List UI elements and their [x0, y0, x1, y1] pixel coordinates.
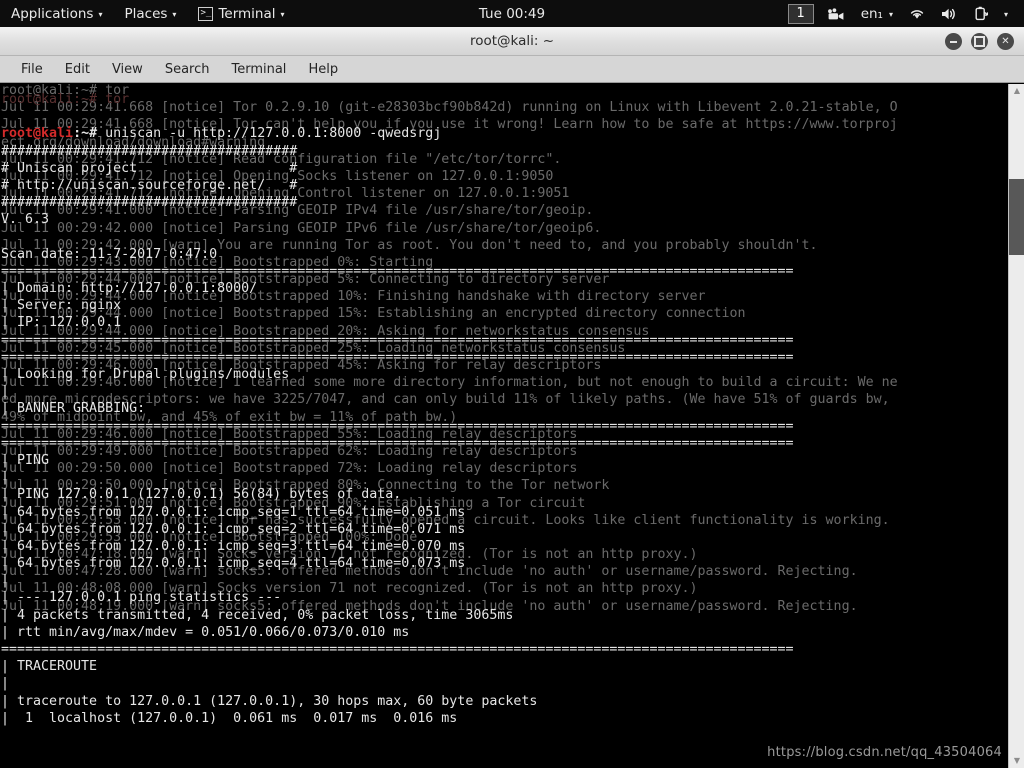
menu-view[interactable]: View	[101, 56, 154, 83]
system-tray: 1 en₁ ▾ ▾	[782, 0, 1024, 27]
terminal-output-line: ========================================…	[1, 642, 794, 657]
terminal-output-line: |	[1, 676, 10, 692]
applications-menu-label: Applications	[11, 5, 94, 22]
terminal-output-line: ========================================…	[1, 349, 794, 365]
terminal-output-line: | 64 bytes from 127.0.0.1: icmp_seq=3 tt…	[1, 538, 466, 554]
terminal-output-line: | Domain: http://127.0.0.1:8000/	[1, 281, 258, 297]
terminal-output-line: | Looking for Drupal plugins/modules	[1, 367, 290, 382]
prompt-path: :~#	[73, 126, 106, 142]
menu-file[interactable]: File	[10, 56, 54, 83]
terminal-command: uniscan -u http://127.0.0.1:8000 -qwedsr…	[105, 126, 442, 142]
volume-icon[interactable]	[933, 0, 966, 27]
chevron-down-icon: ▾	[98, 9, 103, 19]
chevron-down-icon: ▾	[172, 9, 177, 19]
chevron-down-icon: ▾	[1003, 9, 1008, 19]
menu-bar: File Edit View Search Terminal Help	[0, 56, 1024, 83]
places-menu-label: Places	[124, 5, 168, 22]
terminal-output-line: |	[1, 384, 10, 400]
keyboard-layout-label: en₁	[860, 5, 883, 22]
window-title: root@kali: ~	[469, 33, 555, 49]
maximize-button[interactable]	[971, 33, 988, 50]
terminal-output-line: | TRACEROUTE	[1, 659, 98, 675]
terminal-output-line: # http://uniscan.sourceforge.net/ #	[1, 177, 298, 193]
terminal-output-line: |	[1, 573, 10, 589]
terminal-output-line: | Server: nginx	[1, 298, 122, 314]
terminal-output-line: #####################################	[1, 195, 298, 211]
menu-search[interactable]: Search	[154, 56, 221, 83]
terminal-output-line: V. 6.3	[1, 212, 50, 228]
terminal-foreground-output: root@kali:~# tor root@kali:~# uniscan -u …	[1, 91, 1008, 727]
terminal-output-line: | IP: 127.0.0.1	[1, 315, 122, 331]
terminal-output-line: ========================================…	[1, 332, 794, 348]
terminal-output-line: ========================================…	[1, 418, 794, 434]
terminal-output-area[interactable]: root@kali:~# tor Jul 11 00:29:41.668 [not…	[0, 84, 1008, 768]
watermark-text: https://blog.csdn.net/qq_43504064	[767, 745, 1002, 760]
scroll-down-arrow-icon[interactable]: ▼	[1009, 754, 1024, 768]
battery-icon[interactable]	[966, 0, 996, 27]
terminal-output-line: | 64 bytes from 127.0.0.1: icmp_seq=1 tt…	[1, 504, 466, 520]
system-menu-button[interactable]: ▾	[996, 0, 1016, 27]
prompt-user: root@kali	[1, 126, 74, 142]
menu-edit[interactable]: Edit	[54, 56, 101, 83]
wifi-icon[interactable]	[901, 0, 933, 27]
terminal-output-line: | --- 127.0.0.1 ping statistics ---	[1, 590, 282, 606]
video-camera-icon[interactable]	[820, 0, 853, 27]
terminal-spacer-line	[1, 108, 1008, 125]
window-titlebar[interactable]: root@kali: ~ ✕	[0, 27, 1024, 56]
terminal-output-line: | rtt min/avg/max/mdev = 0.051/0.066/0.0…	[1, 624, 410, 640]
terminal-app-label: Terminal	[218, 5, 276, 22]
terminal-output-line: | 1 localhost (127.0.0.1) 0.061 ms 0.017…	[1, 710, 458, 726]
terminal-output-line: | 64 bytes from 127.0.0.1: icmp_seq=2 tt…	[1, 521, 466, 537]
terminal-output-line: | 4 packets transmitted, 4 received, 0% …	[1, 607, 514, 623]
window-controls: ✕	[945, 27, 1014, 56]
terminal-window: root@kali: ~ ✕ File Edit View Search Ter…	[0, 27, 1024, 768]
minimize-button[interactable]	[945, 33, 962, 50]
close-button[interactable]: ✕	[997, 33, 1014, 50]
terminal-icon: >_	[198, 6, 214, 21]
terminal-output-line: ========================================…	[1, 263, 794, 279]
scrollbar-thumb[interactable]	[1009, 179, 1024, 255]
terminal-output-line: | BANNER GRABBING:	[1, 401, 146, 417]
terminal-output-line: | 64 bytes from 127.0.0.1: icmp_seq=4 tt…	[1, 556, 466, 572]
chevron-down-icon: ▾	[888, 9, 893, 19]
menu-help[interactable]: Help	[297, 56, 349, 83]
places-menu[interactable]: Places ▾	[113, 0, 187, 27]
menu-terminal[interactable]: Terminal	[220, 56, 297, 83]
workspace-number: 1	[796, 6, 805, 21]
terminal-output-line: | PING	[1, 452, 50, 468]
terminal-output-line: ========================================…	[1, 435, 794, 451]
terminal-output-line: Scan date: 11-7-2017 0:47:0	[1, 246, 218, 262]
applications-menu[interactable]: Applications ▾	[0, 0, 113, 27]
terminal-app-menu[interactable]: >_ Terminal ▾	[187, 0, 295, 27]
chevron-down-icon: ▾	[280, 9, 285, 19]
keyboard-layout-menu[interactable]: en₁ ▾	[853, 0, 901, 27]
terminal-prompt-line: root@kali:~# uniscan -u http://127.0.0.1…	[1, 125, 1008, 142]
terminal-previous-prompt-line: root@kali:~# tor	[1, 92, 130, 107]
terminal-output-line: | traceroute to 127.0.0.1 (127.0.0.1), 3…	[1, 693, 538, 709]
workspace-indicator[interactable]: 1	[787, 3, 814, 24]
terminal-output-line: | PING 127.0.0.1 (127.0.0.1) 56(84) byte…	[1, 487, 402, 503]
top-panel: Applications ▾ Places ▾ >_ Terminal ▾ Tu…	[0, 0, 1024, 27]
scroll-up-arrow-icon[interactable]: ▲	[1009, 84, 1024, 98]
terminal-scrollbar[interactable]: ▲ ▼	[1008, 84, 1024, 768]
terminal-output-line: # Uniscan project #	[1, 160, 298, 176]
close-icon: ✕	[1001, 35, 1010, 47]
terminal-output-line: |	[1, 470, 10, 486]
terminal-output-line: #####################################	[1, 143, 298, 159]
